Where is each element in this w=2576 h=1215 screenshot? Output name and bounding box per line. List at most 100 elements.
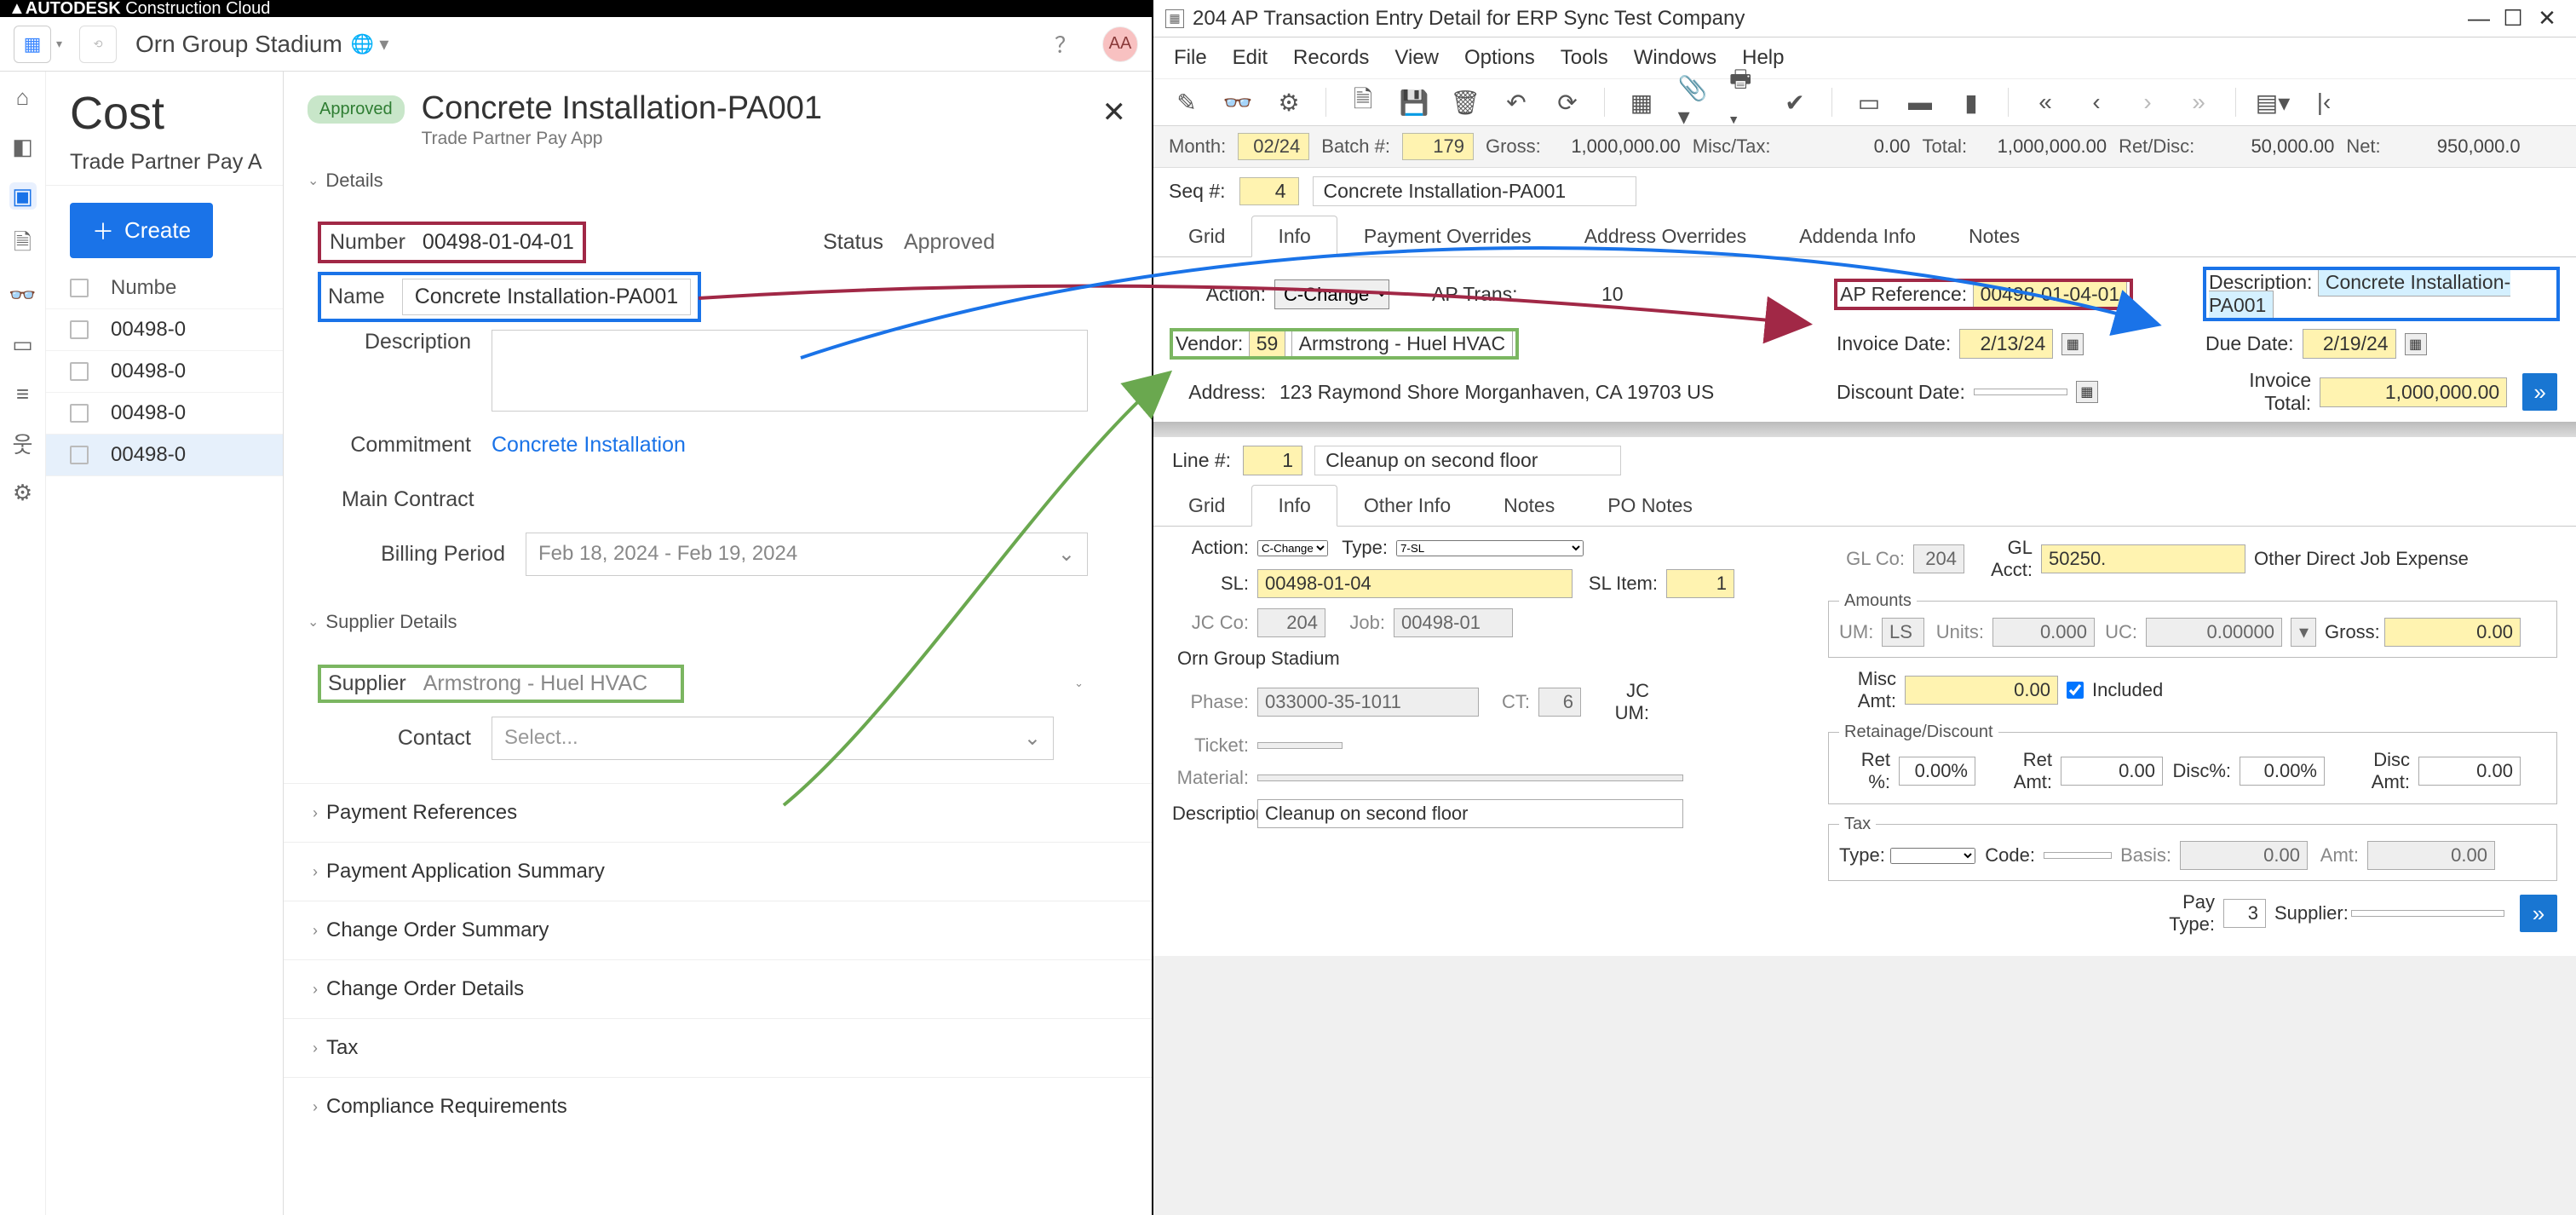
menu-options[interactable]: Options [1464,46,1535,70]
page-icon[interactable]: ▭ [9,331,37,358]
tab-po-notes[interactable]: PO Notes [1581,485,1719,527]
section-change-order-summary[interactable]: ›Change Order Summary [284,901,1152,959]
contact-select[interactable]: Select... ⌄ [492,717,1054,760]
budget-icon[interactable]: ◧ [9,133,37,160]
table-icon[interactable]: ▤▾ [2258,88,2287,117]
delete-icon[interactable]: 🗑 [1451,88,1480,117]
commitment-link[interactable]: Concrete Installation [492,433,686,458]
grid-icon[interactable]: ▦ [1627,88,1656,117]
line-desc-input[interactable]: Cleanup on second floor [1257,799,1683,828]
retpct-field[interactable]: 0.00% [1899,757,1975,786]
expand-button[interactable]: » [2522,373,2557,411]
row-checkbox[interactable] [70,320,89,339]
supplier-section-toggle[interactable]: ⌄ Supplier Details [284,599,1152,645]
members-icon[interactable]: 웃 [9,429,37,457]
module-picker-button[interactable]: ▦ [14,26,51,63]
tab-payment-overrides[interactable]: Payment Overrides [1337,216,1558,257]
user-avatar[interactable]: AA [1102,26,1138,62]
line-type-select[interactable]: 7-SL [1396,540,1584,556]
expand-button[interactable]: » [2520,895,2557,932]
tab-grid[interactable]: Grid [1162,485,1251,527]
help-icon[interactable]: ？ [1055,28,1077,60]
row-checkbox[interactable] [70,404,89,423]
glacct-field[interactable]: 50250. [2041,544,2245,573]
paytype-field[interactable]: 3 [2223,899,2266,928]
next-icon[interactable]: › [2133,88,2162,117]
month-field[interactable]: 02/24 [1238,133,1309,160]
minimize-button[interactable]: — [2462,5,2496,32]
module-picker-caret-icon[interactable]: ▾ [56,37,62,51]
discount-date-field[interactable] [1974,389,2067,395]
slitem-field[interactable]: 1 [1666,569,1734,598]
print-icon[interactable]: 🖶▾ [1729,88,1758,117]
edit-icon[interactable]: ✎ [1172,88,1201,117]
last-icon[interactable]: » [2184,88,2213,117]
menu-tools[interactable]: Tools [1561,46,1608,70]
globe-icon[interactable]: 🌐 ▾ [351,33,389,55]
tab-notes[interactable]: Notes [1477,485,1581,527]
section-tax[interactable]: ›Tax [284,1018,1152,1077]
tab-addenda[interactable]: Addenda Info [1773,216,1942,257]
home-icon[interactable]: ⌂ [9,83,37,111]
back-button[interactable]: ⟲ [79,26,117,63]
apref-field[interactable]: 00498-01-04-01 [1973,279,2128,308]
calendar-icon[interactable]: ▦ [2061,333,2084,355]
cost-icon[interactable]: ▣ [9,182,37,210]
sub-tab-label[interactable]: Trade Partner Pay A [70,150,262,175]
discamt-field[interactable]: 0.00 [2418,757,2521,786]
row-checkbox[interactable] [70,362,89,381]
goto-first-icon[interactable]: |‹ [2309,88,2338,117]
miscamt-field[interactable]: 0.00 [1905,676,2058,705]
taxcode-field[interactable] [2044,852,2112,859]
invoice-date-field[interactable]: 2/13/24 [1959,329,2053,359]
project-name[interactable]: Orn Group Stadium [135,31,342,58]
find-icon[interactable]: 👓 [1223,88,1252,117]
settings-icon[interactable]: ⚙ [9,479,37,506]
menu-view[interactable]: View [1394,46,1439,70]
chevron-down-icon[interactable]: ⌄ [1074,677,1084,690]
tab-grid[interactable]: Grid [1162,216,1251,257]
attach-icon[interactable]: 📎▾ [1678,88,1707,117]
retamt-field[interactable]: 0.00 [2061,757,2163,786]
billing-period-select[interactable]: Feb 18, 2024 - Feb 19, 2024 ⌄ [526,533,1088,576]
maximize-button[interactable]: ☐ [2496,5,2530,32]
tab-other-info[interactable]: Other Info [1337,485,1477,527]
new-icon[interactable]: 🗎 [1348,88,1377,117]
binoculars-icon[interactable]: 👓 [9,281,37,308]
line-gross-field[interactable]: 0.00 [2384,618,2521,647]
gear-icon[interactable]: ⚙ [1274,88,1303,117]
invoice-total-field[interactable]: 1,000,000.00 [2320,377,2507,407]
vendor-number-field[interactable]: 59 [1249,329,1286,358]
action-select[interactable]: C-Change [1274,279,1389,309]
menu-records[interactable]: Records [1293,46,1369,70]
first-icon[interactable]: « [2031,88,2060,117]
col-number[interactable]: Numbe [111,276,176,300]
tab-info[interactable]: Info [1251,485,1337,527]
name-input[interactable]: Concrete Installation-PA001 [402,279,691,315]
included-checkbox[interactable] [2067,682,2084,699]
tab-info[interactable]: Info [1251,216,1337,257]
section-compliance[interactable]: ›Compliance Requirements [284,1077,1152,1136]
seq-desc-field[interactable]: Concrete Installation-PA001 [1313,176,1636,206]
section-change-order-details[interactable]: ›Change Order Details [284,959,1152,1018]
sl-field[interactable]: 00498-01-04 [1257,569,1573,598]
calendar-icon[interactable]: ▦ [2405,333,2427,355]
menu-edit[interactable]: Edit [1233,46,1268,70]
discpct-field[interactable]: 0.00% [2240,757,2325,786]
due-date-field[interactable]: 2/19/24 [2303,329,2396,359]
supplier-value[interactable]: Armstrong - Huel HVAC [423,671,648,696]
files-icon[interactable]: 🗎 [9,232,37,259]
panel3-icon[interactable]: ▮ [1957,88,1986,117]
line-desc-field[interactable]: Cleanup on second floor [1314,446,1621,475]
close-button[interactable]: ✕ [2530,5,2564,32]
spellcheck-icon[interactable]: ✔ [1780,88,1809,117]
line-action-select[interactable]: C-Change [1257,540,1328,556]
section-payment-app-summary[interactable]: ›Payment Application Summary [284,842,1152,901]
list-icon[interactable]: ≡ [9,380,37,407]
row-checkbox[interactable] [70,446,89,464]
uc-dropdown[interactable]: ▾ [2291,618,2316,647]
create-button[interactable]: ＋ Create [70,203,213,258]
tab-address-overrides[interactable]: Address Overrides [1558,216,1773,257]
prev-icon[interactable]: ‹ [2082,88,2111,117]
panel2-icon[interactable]: ▬ [1906,88,1935,117]
